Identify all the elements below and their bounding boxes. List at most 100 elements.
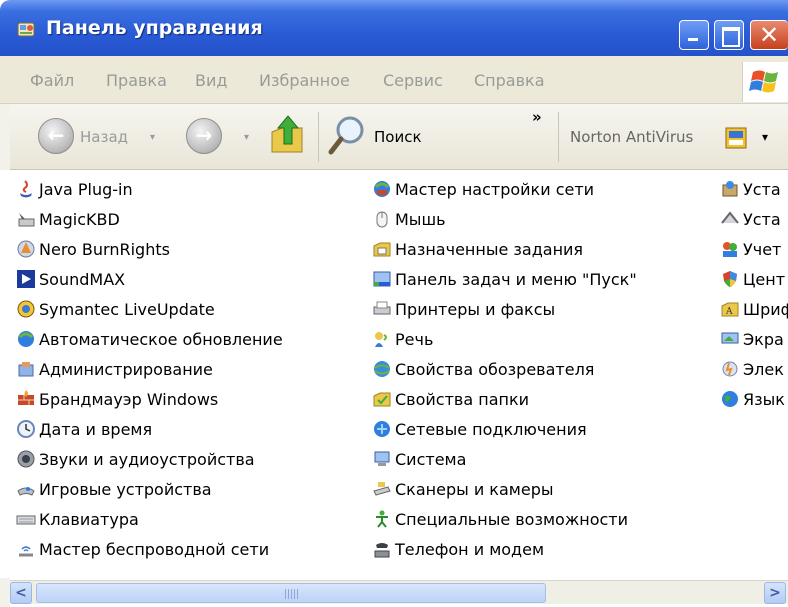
list-item[interactable]: Игровые устройства xyxy=(16,474,212,504)
speaker-icon xyxy=(17,450,35,468)
list-item[interactable]: Клавиатура xyxy=(16,504,139,534)
item-label: Специальные возможности xyxy=(395,509,629,529)
list-item[interactable]: Язык xyxy=(720,384,788,414)
forward-button[interactable]: → xyxy=(186,118,222,154)
close-button[interactable]: ✕ xyxy=(750,20,788,50)
phone-modem-icon xyxy=(374,543,390,558)
list-item[interactable]: Уста xyxy=(720,204,788,234)
list-item[interactable]: Специальные возможности xyxy=(372,504,628,534)
item-label: Игровые устройства xyxy=(39,479,212,499)
up-folder-icon[interactable] xyxy=(268,114,308,156)
toolbar: ← Назад ▾ → ▾ Поиск » Norton AntiVirus ▾ xyxy=(0,104,788,170)
item-label: Панель задач и меню "Пуск" xyxy=(395,269,637,289)
list-item[interactable]: Свойства обозревателя xyxy=(372,354,594,384)
toolbar-separator xyxy=(318,112,319,162)
list-item[interactable]: Телефон и модем xyxy=(372,534,544,564)
list-item[interactable]: Элек xyxy=(720,354,788,384)
soundmax-icon xyxy=(17,270,35,288)
list-item[interactable]: Мастер беспроводной сети xyxy=(16,534,269,564)
item-label: Дата и время xyxy=(39,419,153,439)
list-item[interactable]: Уста xyxy=(720,174,788,204)
item-label: Система xyxy=(395,449,467,469)
list-item[interactable]: Экра xyxy=(720,324,788,354)
list-item[interactable]: Сетевые подключения xyxy=(372,414,587,444)
item-label: Экра xyxy=(743,329,784,349)
list-item[interactable]: Брандмауэр Windows xyxy=(16,384,218,414)
scroll-left-button[interactable]: < xyxy=(10,582,32,604)
list-item[interactable]: Автоматическое обновление xyxy=(16,324,283,354)
keyboard-icon xyxy=(16,515,36,525)
back-label[interactable]: Назад xyxy=(80,128,128,146)
toolbar-separator xyxy=(558,112,559,162)
list-item[interactable]: Java Plug-in xyxy=(16,174,133,204)
power-icon xyxy=(722,361,738,377)
list-item[interactable]: Речь xyxy=(372,324,433,354)
list-item[interactable]: Звуки и аудиоустройства xyxy=(16,444,255,474)
scroll-right-button[interactable]: > xyxy=(764,582,786,604)
list-item[interactable]: Принтеры и факсы xyxy=(372,294,555,324)
list-item[interactable]: Учет xyxy=(720,234,788,264)
item-label: Клавиатура xyxy=(39,509,139,529)
scrollbar-grip-icon xyxy=(285,589,299,599)
printer-icon xyxy=(373,301,391,315)
norton-antivirus-label[interactable]: Norton AntiVirus xyxy=(570,128,693,146)
close-icon: ✕ xyxy=(759,21,780,49)
control-panel-items: Java Plug-in MagicKBD Nero BurnRights So… xyxy=(0,170,788,578)
minimize-button[interactable] xyxy=(679,20,709,50)
firewall-icon xyxy=(18,390,34,405)
list-item[interactable]: Назначенные задания xyxy=(372,234,583,264)
accessibility-icon xyxy=(376,510,388,528)
menu-edit[interactable]: Правка xyxy=(106,71,167,90)
menu-tools[interactable]: Сервис xyxy=(383,71,443,90)
system-icon xyxy=(374,451,390,466)
list-item[interactable]: Мастер настройки сети xyxy=(372,174,594,204)
forward-dropdown-icon[interactable]: ▾ xyxy=(244,132,249,143)
item-label: Мастер настройки сети xyxy=(395,179,595,199)
item-label: Symantec LiveUpdate xyxy=(39,299,215,319)
item-label: Уста xyxy=(743,179,781,199)
list-item[interactable]: Symantec LiveUpdate xyxy=(16,294,215,324)
menu-help[interactable]: Справка xyxy=(474,71,545,90)
list-item[interactable]: SoundMAX xyxy=(16,264,125,294)
admin-tools-icon xyxy=(18,362,34,377)
norton-dropdown-icon[interactable]: ▾ xyxy=(762,130,768,144)
item-label: Свойства папки xyxy=(395,389,530,409)
list-item[interactable]: Дата и время xyxy=(16,414,152,444)
list-item[interactable]: Nero BurnRights xyxy=(16,234,170,264)
item-label: Брандмауэр Windows xyxy=(39,389,219,409)
list-item[interactable]: MagicKBD xyxy=(16,204,120,234)
item-label: Сетевые подключения xyxy=(395,419,587,439)
list-item[interactable]: Цент xyxy=(720,264,788,294)
network-connections-icon xyxy=(374,421,390,437)
list-item[interactable]: Система xyxy=(372,444,466,474)
list-item[interactable]: Свойства папки xyxy=(372,384,529,414)
nero-icon xyxy=(17,240,35,258)
menu-view[interactable]: Вид xyxy=(195,71,227,90)
item-label: Автоматическое обновление xyxy=(39,329,283,349)
title-bar[interactable]: Панель управления ✕ xyxy=(0,0,788,56)
item-label: Учет xyxy=(743,239,782,259)
norton-icon[interactable] xyxy=(724,126,748,150)
menu-favorites[interactable]: Избранное xyxy=(259,71,350,90)
list-item[interactable]: Панель задач и меню "Пуск" xyxy=(372,264,637,294)
joystick-icon xyxy=(17,487,35,496)
item-label: Принтеры и факсы xyxy=(395,299,556,319)
folder-options-icon xyxy=(373,392,391,407)
list-item[interactable]: A Шриф xyxy=(720,294,788,324)
toolbar-overflow-icon[interactable]: » xyxy=(532,108,542,126)
display-icon xyxy=(721,332,739,344)
list-item[interactable]: Мышь xyxy=(372,204,446,234)
menu-file[interactable]: Файл xyxy=(30,71,74,90)
scrollbar-thumb[interactable] xyxy=(36,583,546,603)
search-label[interactable]: Поиск xyxy=(374,128,422,146)
back-dropdown-icon[interactable]: ▾ xyxy=(150,132,155,143)
item-label: Назначенные задания xyxy=(395,239,584,259)
chevron-left-icon: < xyxy=(15,585,27,601)
list-item[interactable]: Сканеры и камеры xyxy=(372,474,553,504)
security-center-icon xyxy=(723,271,737,287)
maximize-button[interactable] xyxy=(714,20,744,50)
back-button[interactable]: ← xyxy=(38,118,74,154)
search-icon[interactable] xyxy=(328,114,368,156)
horizontal-scrollbar[interactable]: < > xyxy=(10,580,788,604)
list-item[interactable]: Администрирование xyxy=(16,354,213,384)
